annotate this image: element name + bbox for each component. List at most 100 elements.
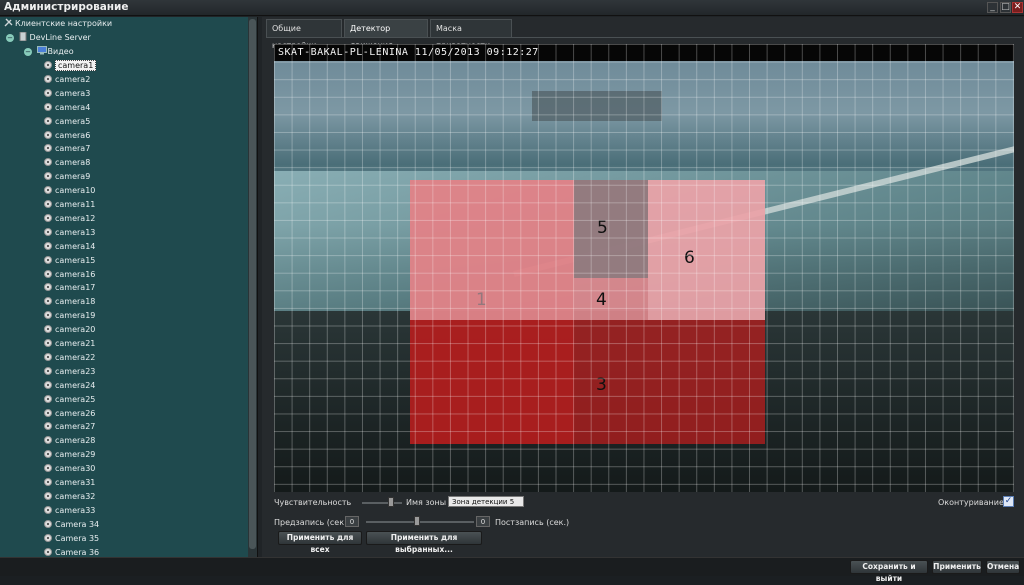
server-icon [19, 31, 28, 42]
camera-item[interactable]: camera11 [44, 198, 95, 211]
camera-item[interactable]: camera17 [44, 281, 95, 294]
scene-building [532, 91, 662, 121]
camera-item[interactable]: camera4 [44, 101, 90, 114]
maximize-button[interactable]: □ [1000, 2, 1011, 13]
apply-all-button[interactable]: Применить для всех [278, 531, 362, 554]
camera-item[interactable]: camera10 [44, 184, 95, 197]
camera-item[interactable]: camera30 [44, 462, 95, 475]
camera-item[interactable]: camera7 [44, 142, 90, 155]
video-preview[interactable]: SKAT-BAKAL-PL-LENINA 11/05/2013 09:12:27… [274, 44, 1014, 492]
camera-icon [44, 241, 52, 250]
camera-item[interactable]: camera26 [44, 407, 95, 420]
camera-label: camera15 [55, 255, 96, 265]
camera-item[interactable]: camera32 [44, 490, 95, 503]
camera-icon [44, 158, 52, 167]
contour-label: Оконтуривание [938, 498, 1004, 507]
camera-item[interactable]: camera8 [44, 156, 90, 169]
contour-checkbox[interactable]: ✓ [1003, 496, 1014, 507]
prerecord-spinbox[interactable]: 0 [345, 516, 359, 527]
camera-item[interactable]: camera29 [44, 448, 95, 461]
camera-item[interactable]: camera9 [44, 170, 90, 183]
camera-item[interactable]: camera3 [44, 87, 90, 100]
tree-scrollbar[interactable] [248, 17, 257, 557]
detection-zone-5[interactable]: 5 [574, 180, 648, 278]
tree-video-node[interactable]: − Видео [24, 45, 74, 58]
camera-item[interactable]: camera2 [44, 73, 90, 86]
camera-item[interactable]: camera18 [44, 295, 95, 308]
camera-item[interactable]: camera25 [44, 393, 95, 406]
tree-root-label: Клиентские настройки [15, 19, 113, 28]
camera-item[interactable]: camera13 [44, 226, 95, 239]
camera-icon [44, 200, 52, 208]
sensitivity-slider[interactable] [362, 502, 402, 504]
camera-item[interactable]: camera23 [44, 365, 95, 378]
camera-label: camera21 [55, 339, 96, 348]
prerecord-slider[interactable] [366, 521, 474, 523]
device-tree: Клиентские настройки − DevLine Server − … [0, 17, 258, 557]
tab-motion-detector[interactable]: Детектор движения [344, 19, 428, 50]
zone-name-label: Имя зоны [406, 498, 447, 507]
minimize-button[interactable]: _ [987, 2, 998, 13]
camera-label: camera8 [55, 158, 91, 168]
camera-item[interactable]: camera27 [44, 420, 95, 433]
tree-video-label: Видео [47, 47, 74, 56]
camera-icon [44, 227, 52, 236]
camera-label: camera13 [55, 227, 96, 237]
tab-privacy-mask[interactable]: Маска приватности [430, 19, 512, 50]
camera-item[interactable]: camera21 [44, 337, 95, 350]
collapse-icon[interactable]: − [6, 34, 14, 42]
camera-item[interactable]: camera15 [44, 254, 95, 267]
postrecord-spinbox[interactable]: 0 [476, 516, 490, 527]
camera-label: camera29 [55, 450, 96, 460]
collapse-icon[interactable]: − [24, 48, 32, 56]
camera-item[interactable]: camera16 [44, 268, 95, 281]
camera-icon [44, 436, 52, 445]
camera-item[interactable]: camera33 [44, 504, 95, 517]
camera-item[interactable]: camera20 [44, 323, 95, 336]
tab-divider [266, 37, 1022, 38]
tab-general-settings[interactable]: Общие настройки [266, 19, 342, 50]
camera-item[interactable]: camera6 [44, 129, 90, 142]
video-osd-text: SKAT-BAKAL-PL-LENINA 11/05/2013 09:12:27 [274, 44, 1014, 61]
zone-name-input[interactable]: Зона детекции 5 [448, 496, 524, 507]
save-and-exit-button[interactable]: Сохранить и выйти [850, 560, 928, 583]
zone-label: 3 [596, 375, 607, 395]
camera-item[interactable]: camera12 [44, 212, 95, 225]
camera-item[interactable]: camera22 [44, 351, 95, 364]
prerecord-slider-thumb[interactable] [414, 516, 420, 526]
camera-icon [44, 144, 52, 153]
apply-button[interactable]: Применить [932, 560, 982, 574]
admin-window: Администрирование _ □ ✕ Клиентские настр… [0, 0, 1024, 583]
camera-label: camera1 [55, 60, 97, 71]
camera-label: camera28 [55, 436, 96, 446]
apply-selected-button[interactable]: Применить для выбранных... [366, 531, 482, 554]
camera-item[interactable]: Camera 36 [44, 546, 99, 558]
camera-item[interactable]: camera24 [44, 379, 95, 392]
tools-icon [4, 18, 13, 27]
tree-root-client-settings[interactable]: Клиентские настройки [4, 17, 112, 30]
tree-server-node[interactable]: − DevLine Server [6, 31, 91, 44]
scrollbar-thumb[interactable] [249, 19, 256, 549]
camera-item[interactable]: camera14 [44, 240, 95, 253]
camera-item[interactable]: camera28 [44, 434, 95, 447]
camera-label: camera27 [55, 422, 96, 432]
sensitivity-slider-thumb[interactable] [388, 497, 394, 507]
cancel-button[interactable]: Отмена [986, 560, 1020, 574]
detection-zone-6[interactable]: 6 [648, 180, 765, 320]
camera-item[interactable]: camera19 [44, 309, 95, 322]
zone-label: 4 [596, 290, 607, 310]
camera-icon [44, 366, 52, 375]
camera-item[interactable]: camera1 [44, 59, 97, 72]
camera-label: Camera 36 [55, 547, 100, 557]
camera-label: camera11 [55, 200, 96, 209]
camera-label: camera20 [55, 325, 96, 335]
camera-label: camera2 [55, 74, 91, 84]
camera-icon [44, 255, 52, 264]
camera-item[interactable]: Camera 35 [44, 532, 99, 545]
camera-item[interactable]: camera31 [44, 476, 95, 489]
camera-icon [44, 380, 52, 389]
camera-icon [44, 505, 52, 514]
camera-item[interactable]: Camera 34 [44, 518, 99, 531]
camera-item[interactable]: camera5 [44, 115, 90, 128]
close-button[interactable]: ✕ [1012, 2, 1023, 13]
